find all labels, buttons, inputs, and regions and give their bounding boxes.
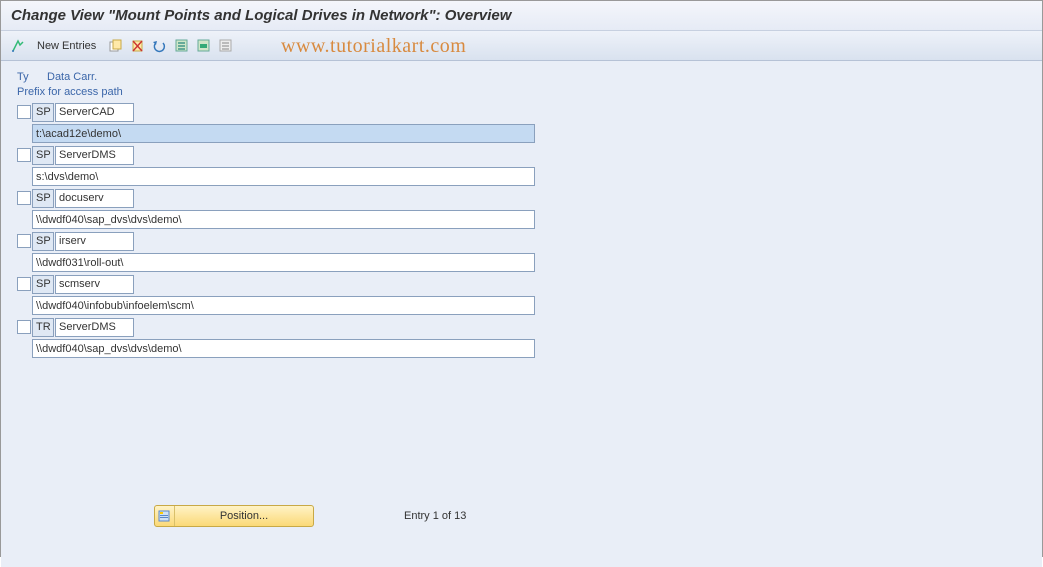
watermark-text: www.tutorialkart.com <box>281 35 466 58</box>
path-field[interactable]: s:\dvs\demo\ <box>32 167 535 186</box>
undo-icon[interactable] <box>150 37 168 55</box>
row-checkbox[interactable] <box>17 105 31 119</box>
delete-icon[interactable] <box>128 37 146 55</box>
type-field[interactable]: SP <box>32 189 54 208</box>
type-field[interactable]: SP <box>32 146 54 165</box>
position-button[interactable]: Position... <box>154 505 314 527</box>
header-carrier: Data Carr. <box>47 71 97 83</box>
table-row: TRServerDMS \\dwdf040\sap_dvs\dvs\demo\ <box>17 317 1026 358</box>
position-icon <box>155 506 175 526</box>
row-checkbox[interactable] <box>17 320 31 334</box>
path-field[interactable]: \\dwdf040\infobub\infoelem\scm\ <box>32 296 535 315</box>
carrier-field[interactable]: ServerDMS <box>55 146 134 165</box>
column-headers: Ty Data Carr. <box>17 71 1026 83</box>
table-row: SPscmserv \\dwdf040\infobub\infoelem\scm\ <box>17 274 1026 315</box>
carrier-field[interactable]: ServerDMS <box>55 318 134 337</box>
deselect-all-icon[interactable] <box>216 37 234 55</box>
header-type: Ty <box>17 71 39 83</box>
toolbar: New Entries www.tutorialkart.com <box>1 31 1042 61</box>
content-area: Ty Data Carr. Prefix for access path SPS… <box>1 61 1042 567</box>
page-title: Change View "Mount Points and Logical Dr… <box>11 7 511 24</box>
expand-icon[interactable] <box>9 37 27 55</box>
entry-count: Entry 1 of 13 <box>404 510 466 522</box>
type-field[interactable]: TR <box>32 318 54 337</box>
row-checkbox[interactable] <box>17 191 31 205</box>
path-field[interactable]: t:\acad12e\demo\ <box>32 124 535 143</box>
path-field[interactable]: \\dwdf031\roll-out\ <box>32 253 535 272</box>
carrier-field[interactable]: docuserv <box>55 189 134 208</box>
type-field[interactable]: SP <box>32 103 54 122</box>
header-prefix: Prefix for access path <box>17 86 1026 98</box>
path-field[interactable]: \\dwdf040\sap_dvs\dvs\demo\ <box>32 339 535 358</box>
position-label: Position... <box>175 510 313 522</box>
row-checkbox[interactable] <box>17 277 31 291</box>
path-field[interactable]: \\dwdf040\sap_dvs\dvs\demo\ <box>32 210 535 229</box>
title-bar: Change View "Mount Points and Logical Dr… <box>1 1 1042 31</box>
type-field[interactable]: SP <box>32 232 54 251</box>
select-block-icon[interactable] <box>194 37 212 55</box>
row-checkbox[interactable] <box>17 148 31 162</box>
carrier-field[interactable]: irserv <box>55 232 134 251</box>
table-row: SPdocuserv \\dwdf040\sap_dvs\dvs\demo\ <box>17 188 1026 229</box>
copy-icon[interactable] <box>106 37 124 55</box>
footer: Position... Entry 1 of 13 <box>154 505 466 527</box>
type-field[interactable]: SP <box>32 275 54 294</box>
select-all-icon[interactable] <box>172 37 190 55</box>
new-entries-button[interactable]: New Entries <box>31 40 102 52</box>
row-checkbox[interactable] <box>17 234 31 248</box>
table-row: SPServerDMS s:\dvs\demo\ <box>17 145 1026 186</box>
table-row: SPirserv \\dwdf031\roll-out\ <box>17 231 1026 272</box>
carrier-field[interactable]: ServerCAD <box>55 103 134 122</box>
data-rows: SPServerCADt:\acad12e\demo\SPServerDMSs:… <box>17 102 1026 358</box>
carrier-field[interactable]: scmserv <box>55 275 134 294</box>
table-row: SPServerCAD t:\acad12e\demo\ <box>17 102 1026 143</box>
